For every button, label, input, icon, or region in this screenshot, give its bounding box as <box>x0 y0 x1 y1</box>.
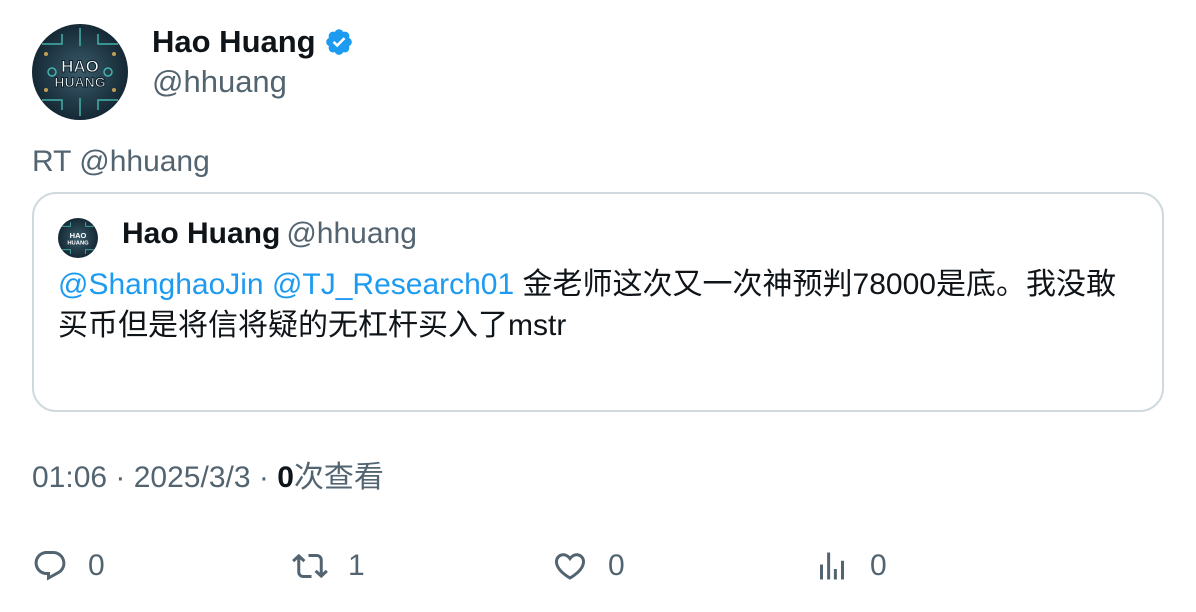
analytics-icon <box>820 552 844 580</box>
action-bar: 0 1 0 0 <box>32 546 1132 586</box>
retweet-label: RT @hhuang <box>32 145 210 178</box>
tweet-card: HAO HUANG Hao Huang @hhuang RT @hhuang H… <box>0 0 1196 612</box>
quoted-author[interactable]: Hao Huang @hhuang <box>122 216 417 252</box>
meta-separator: · <box>250 461 278 494</box>
like-button[interactable]: 0 <box>552 546 625 586</box>
tweet-date[interactable]: 2025/3/3 <box>134 461 251 494</box>
like-count: 0 <box>608 549 625 582</box>
avatar-image: HAO HUANG <box>32 24 128 120</box>
reply-button[interactable]: 0 <box>32 546 105 586</box>
reply-count: 0 <box>88 549 105 582</box>
verified-badge-icon <box>325 29 352 55</box>
views-action-count: 0 <box>870 549 887 582</box>
svg-text:HUANG: HUANG <box>67 241 89 247</box>
quoted-author-handle[interactable]: @hhuang <box>286 217 417 250</box>
tweet-time[interactable]: 01:06 <box>32 461 107 494</box>
quoted-author-name[interactable]: Hao Huang <box>122 217 280 250</box>
meta-separator: · <box>107 461 134 494</box>
quoted-tweet[interactable]: HAO HUANG Hao Huang @hhuang @ShanghaoJin … <box>32 192 1164 412</box>
quoted-tweet-text: @ShanghaoJin @TJ_Research01 金老师这次又一次神预判7… <box>58 264 1138 346</box>
svg-text:HAO: HAO <box>70 231 87 240</box>
avatar-image: HAO HUANG <box>58 218 98 258</box>
svg-text:HUANG: HUANG <box>54 74 105 90</box>
views-button[interactable]: 0 <box>814 546 887 586</box>
author-name[interactable]: Hao Huang <box>152 24 354 60</box>
mention-link[interactable]: @ShanghaoJin <box>58 268 264 301</box>
tweet-meta: 01:06 · 2025/3/3 · 0次查看 <box>32 460 384 496</box>
retweet-button[interactable]: 1 <box>292 546 365 586</box>
heart-icon <box>554 553 586 580</box>
author-name-text[interactable]: Hao Huang <box>152 24 316 60</box>
views-count: 0 <box>277 461 294 494</box>
author-handle[interactable]: @hhuang <box>152 64 287 100</box>
reply-icon <box>34 551 66 581</box>
mention-link[interactable]: @TJ_Research01 <box>272 268 514 301</box>
author-avatar[interactable]: HAO HUANG <box>32 24 128 120</box>
quoted-avatar[interactable]: HAO HUANG <box>58 218 98 258</box>
views-label: 次查看 <box>293 461 384 494</box>
retweet-icon <box>292 553 328 579</box>
retweet-count: 1 <box>348 549 365 582</box>
